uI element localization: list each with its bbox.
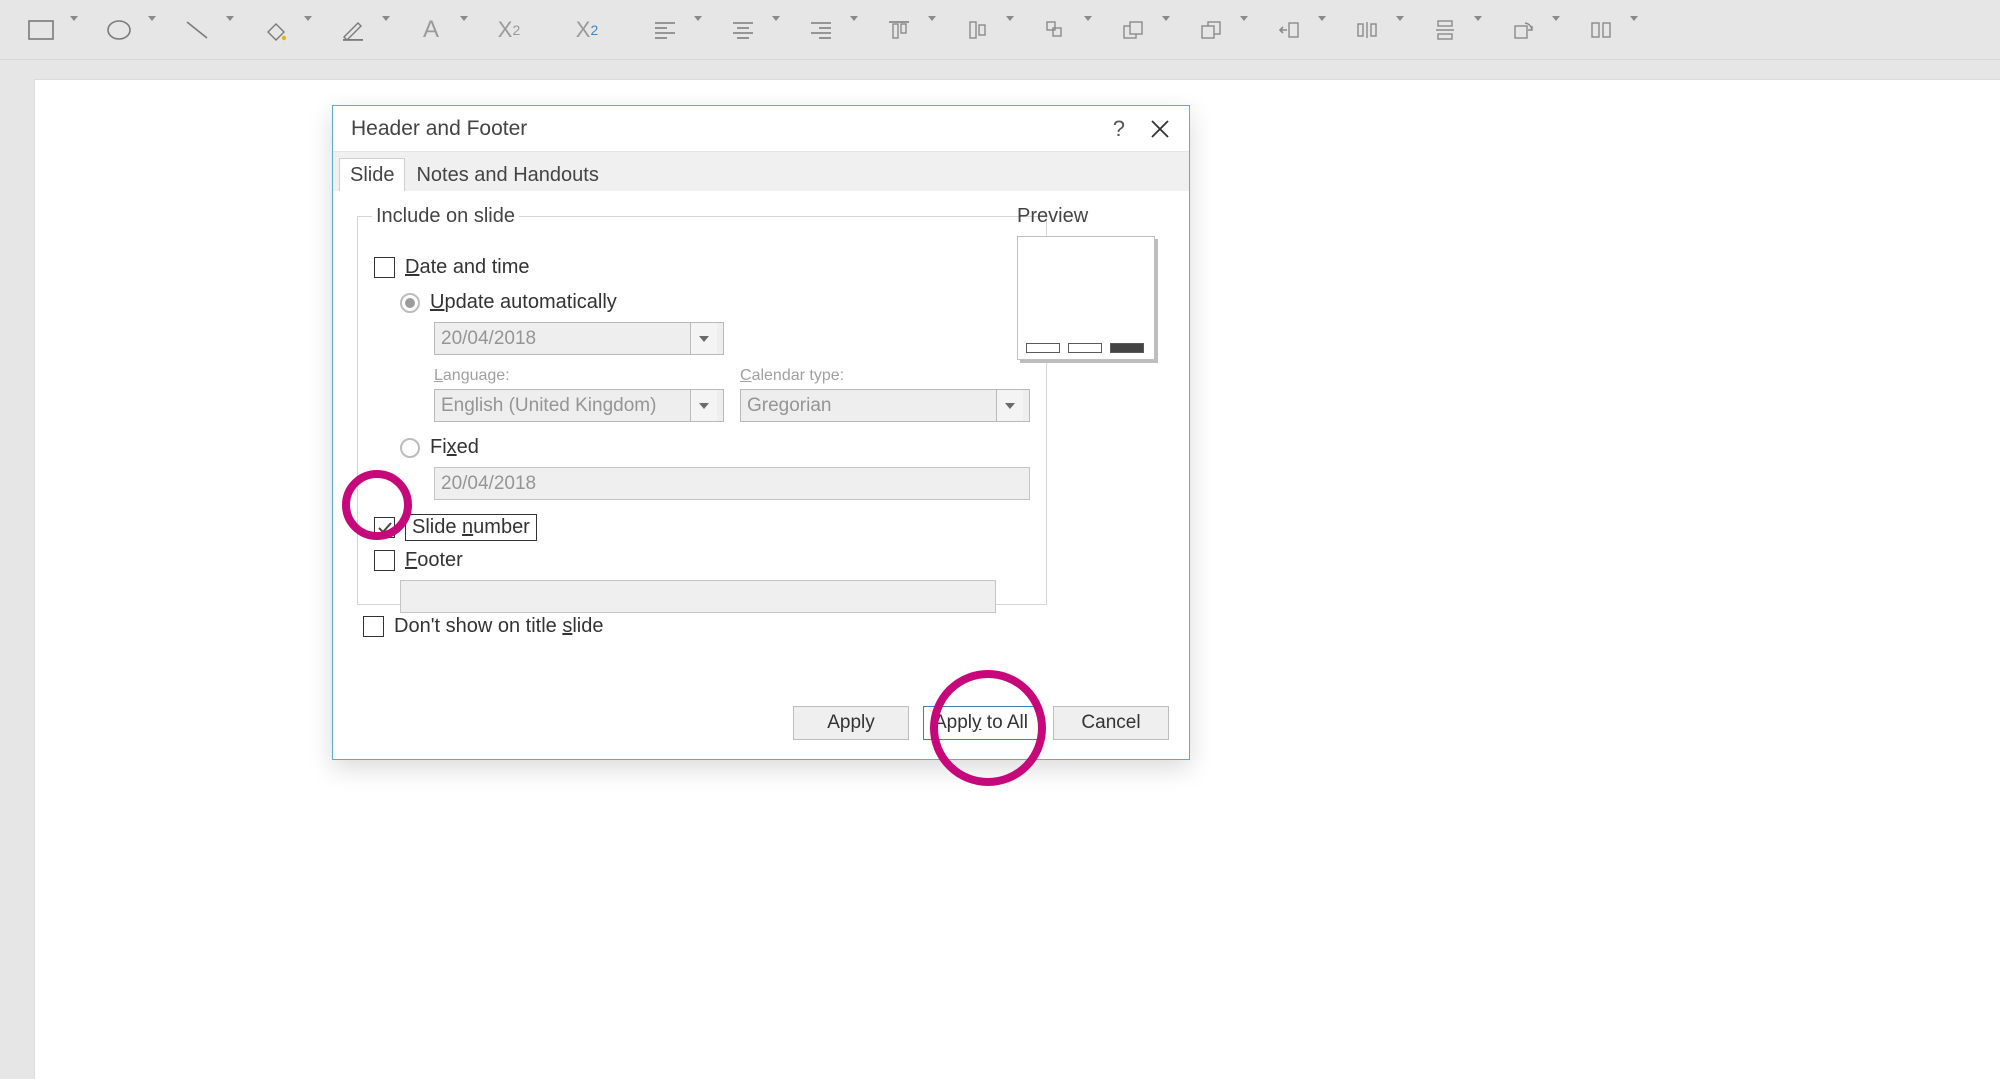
calendar-combo[interactable]: Gregorian: [740, 389, 1030, 422]
ribbon-toolbar: A X2 X2: [0, 0, 2000, 60]
dont-show-title-checkbox[interactable]: [363, 616, 384, 637]
dialog-tabstrip: Slide Notes and Handouts: [333, 151, 1189, 191]
distribute-h-button[interactable]: [1328, 1, 1406, 59]
language-label: Language:: [434, 367, 724, 385]
chevron-down-icon: [996, 390, 1023, 421]
subscript-icon: X2: [498, 17, 520, 43]
align-left-button[interactable]: [626, 1, 704, 59]
apply-button[interactable]: Apply: [793, 706, 909, 740]
align-center-icon: [731, 20, 755, 40]
update-auto-label: Update automatically: [430, 291, 617, 314]
rotate-button[interactable]: [1484, 1, 1562, 59]
chevron-down-icon: [694, 21, 702, 39]
align-top-icon: [887, 19, 911, 41]
subscript-button[interactable]: X2: [470, 1, 548, 59]
language-combo[interactable]: English (United Kingdom): [434, 389, 724, 422]
dont-show-title-label: Don't show on title slide: [394, 615, 604, 638]
footer-checkbox[interactable]: [374, 550, 395, 571]
dialog-title: Header and Footer: [351, 117, 1113, 141]
equal-width-icon: [1589, 19, 1613, 41]
date-time-label: Date and time: [405, 256, 530, 279]
slide-number-checkbox[interactable]: [374, 517, 395, 538]
group-legend: Include on slide: [372, 205, 519, 228]
bring-forward-button[interactable]: [1094, 1, 1172, 59]
align-middle-button[interactable]: [938, 1, 1016, 59]
preview-thumbnail: [1017, 236, 1155, 360]
calendar-value: Gregorian: [747, 395, 832, 417]
footer-input[interactable]: [400, 580, 996, 613]
date-format-combo[interactable]: 20/04/2018: [434, 322, 724, 355]
fixed-label: Fixed: [430, 436, 479, 459]
align-left-icon: [653, 20, 677, 40]
pen-icon: [340, 18, 366, 42]
fixed-date-input[interactable]: 20/04/2018: [434, 467, 1030, 500]
align-bottom-button[interactable]: [1016, 1, 1094, 59]
language-value: English (United Kingdom): [441, 395, 656, 417]
dialog-title-bar: Header and Footer ?: [333, 106, 1189, 151]
dialog-body: Include on slide Date and time Update au…: [333, 191, 1189, 759]
align-center-button[interactable]: [704, 1, 782, 59]
update-auto-radio[interactable]: [400, 293, 420, 313]
slide-number-label-box: Slide number: [405, 514, 537, 541]
send-backward-button[interactable]: [1172, 1, 1250, 59]
align-middle-icon: [965, 19, 989, 41]
align-right-button[interactable]: [782, 1, 860, 59]
chevron-down-icon: [304, 21, 312, 39]
footer-label: Footer: [405, 549, 463, 572]
preview-area: Preview: [1017, 205, 1167, 360]
right-to-left-icon: [1277, 19, 1301, 41]
fill-color-button[interactable]: [236, 1, 314, 59]
rtl-button[interactable]: [1250, 1, 1328, 59]
fixed-radio[interactable]: [400, 438, 420, 458]
chevron-down-icon: [850, 21, 858, 39]
superscript-button[interactable]: X2: [548, 1, 626, 59]
line-icon: [184, 19, 210, 41]
shape-line-button[interactable]: [158, 1, 236, 59]
shape-rectangle-button[interactable]: [2, 1, 80, 59]
chevron-down-icon: [226, 21, 234, 39]
distribute-v-button[interactable]: [1406, 1, 1484, 59]
chevron-down-icon: [460, 21, 468, 39]
close-button[interactable]: [1149, 118, 1171, 140]
distribute-horizontal-icon: [1355, 19, 1379, 41]
align-bottom-icon: [1043, 19, 1067, 41]
calendar-label: Calendar type:: [740, 367, 1030, 385]
bring-forward-icon: [1121, 19, 1145, 41]
equal-width-button[interactable]: [1562, 1, 1640, 59]
help-button[interactable]: ?: [1113, 116, 1125, 142]
header-footer-dialog: Header and Footer ? Slide Notes and Hand…: [332, 105, 1190, 760]
chevron-down-icon: [382, 21, 390, 39]
date-format-value: 20/04/2018: [441, 328, 536, 350]
fixed-date-value: 20/04/2018: [441, 473, 536, 495]
app-root: A X2 X2: [0, 0, 2000, 1079]
oval-icon: [106, 19, 132, 41]
preview-label: Preview: [1017, 205, 1167, 228]
send-backward-icon: [1199, 19, 1223, 41]
dialog-button-row: Apply Apply to All Cancel: [333, 687, 1189, 759]
font-color-icon: A: [423, 16, 439, 44]
cancel-button[interactable]: Cancel: [1053, 706, 1169, 740]
chevron-down-icon: [148, 21, 156, 39]
include-on-slide-group: Include on slide Date and time Update au…: [357, 205, 1047, 605]
rotate-icon: [1511, 19, 1535, 41]
align-top-button[interactable]: [860, 1, 938, 59]
font-color-button[interactable]: A: [392, 1, 470, 59]
apply-to-all-button[interactable]: Apply to All: [923, 706, 1039, 740]
tab-notes-handouts[interactable]: Notes and Handouts: [405, 158, 609, 191]
chevron-down-icon: [772, 21, 780, 39]
chevron-down-icon: [70, 21, 78, 39]
align-right-icon: [809, 20, 833, 40]
date-time-checkbox[interactable]: [374, 257, 395, 278]
outline-color-button[interactable]: [314, 1, 392, 59]
chevron-down-icon: [690, 323, 717, 354]
rectangle-icon: [28, 20, 54, 40]
close-icon: [1149, 118, 1171, 140]
chevron-down-icon: [690, 390, 717, 421]
paint-bucket-icon: [262, 18, 288, 42]
distribute-vertical-icon: [1433, 19, 1457, 41]
tab-slide[interactable]: Slide: [339, 158, 405, 191]
shape-oval-button[interactable]: [80, 1, 158, 59]
superscript-icon: X2: [576, 17, 598, 43]
